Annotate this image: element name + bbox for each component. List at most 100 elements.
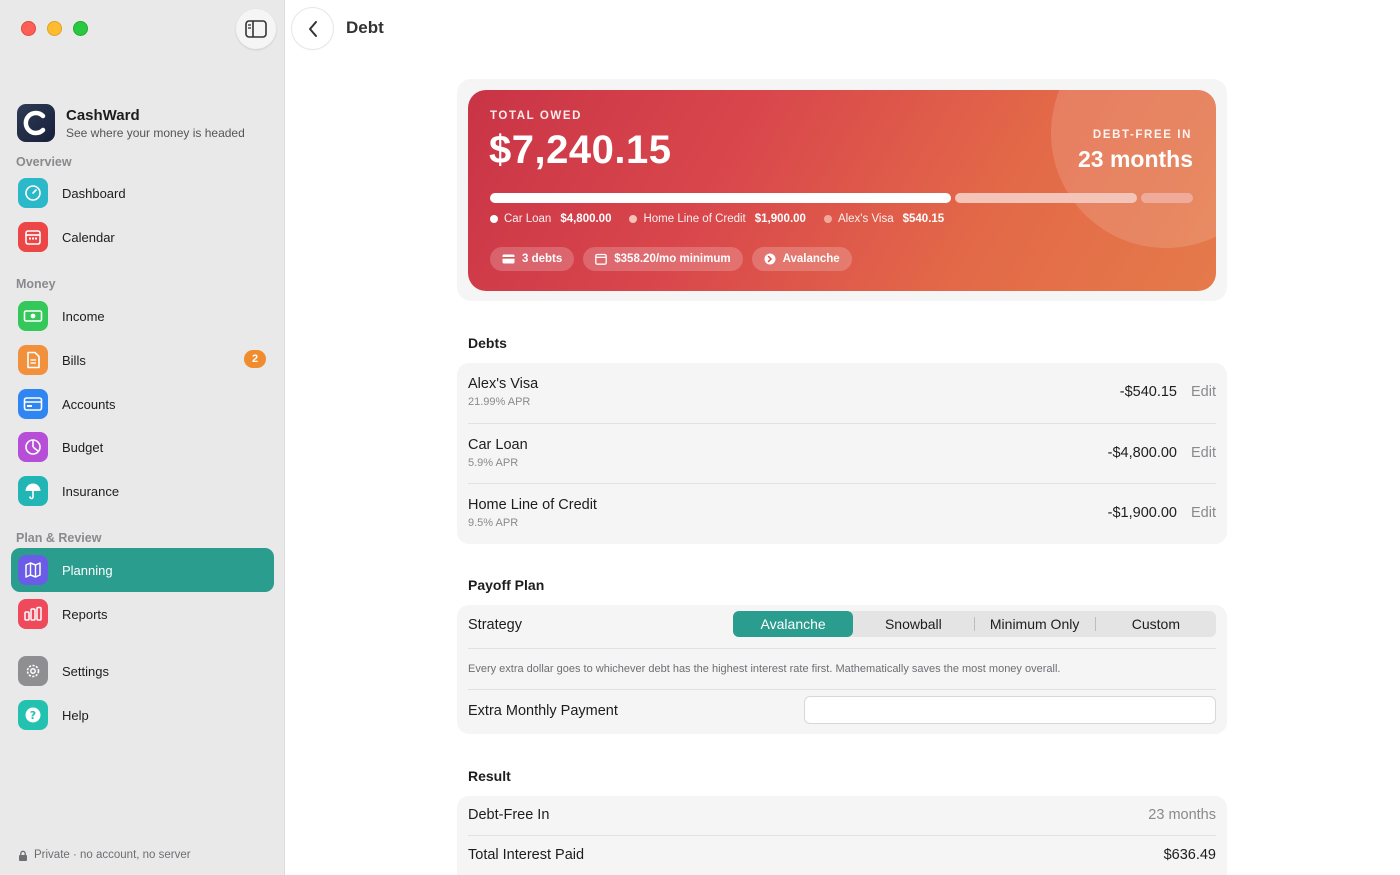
edit-debt-button[interactable]: Edit <box>1191 384 1216 400</box>
back-button[interactable] <box>292 8 333 49</box>
minimum-payment-chip: $358.20/mo minimum <box>583 247 743 271</box>
legend-dot <box>490 215 498 223</box>
legend-item: Home Line of Credit $1,900.00 <box>629 213 806 225</box>
edit-debt-button[interactable]: Edit <box>1191 505 1216 521</box>
debt-bar-segment-car-loan <box>490 193 951 203</box>
sidebar-item-label: Insurance <box>62 483 120 499</box>
sidebar-item-planning[interactable]: Planning <box>11 548 274 592</box>
section-label-overview: Overview <box>16 155 72 169</box>
privacy-note: Private · no account, no server <box>18 849 191 861</box>
sidebar-item-label: Reports <box>62 606 108 622</box>
extra-payment-row: Extra Monthly Payment <box>468 690 1216 734</box>
result-label: Debt-Free In <box>468 807 550 823</box>
extra-payment-input[interactable] <box>804 696 1216 724</box>
sidebar-item-reports[interactable]: Reports <box>11 592 274 636</box>
legend-dot <box>823 215 832 223</box>
pie-icon <box>18 432 48 462</box>
lock-icon <box>19 850 27 861</box>
document-icon <box>18 345 48 375</box>
strategy-row: Strategy Avalanche Snowball Minimum Only… <box>468 605 1216 649</box>
card-icon <box>18 389 48 419</box>
sidebar-item-calendar[interactable]: Calendar <box>11 215 274 259</box>
zoom-window-button[interactable] <box>73 21 88 36</box>
legend-name: Home Line of Credit <box>643 213 746 225</box>
debt-apr: 9.5% APR <box>468 517 519 529</box>
sidebar-item-budget[interactable]: Budget <box>11 425 274 469</box>
debt-apr: 5.9% APR <box>468 456 519 469</box>
arrow-circle-icon <box>764 253 776 265</box>
debt-legend: Car Loan $4,800.00 Home Line of Credit $… <box>490 213 944 225</box>
close-window-button[interactable] <box>21 21 36 36</box>
debt-amount: -$4,800.00 <box>1107 444 1177 461</box>
sidebar-item-label: Income <box>62 308 105 324</box>
sidebar-item-label: Dashboard <box>62 185 126 201</box>
debt-free-value: 23 months <box>1077 146 1193 172</box>
sidebar-toggle-button[interactable] <box>236 9 276 49</box>
strategy-option-custom[interactable]: Custom <box>1096 611 1216 637</box>
strategy-label: Strategy <box>468 617 522 633</box>
sidebar-item-income[interactable]: Income <box>11 294 274 338</box>
result-label: Total Interest Paid <box>468 847 585 863</box>
total-owed-value: $7,240.15 <box>489 128 672 172</box>
calendar-icon <box>595 253 608 265</box>
debts-list: Alex's Visa 21.99% APR -$540.15 Edit Car… <box>457 363 1227 544</box>
debts-section-title: Debts <box>468 335 507 351</box>
debt-amount: -$540.15 <box>1119 384 1177 400</box>
payoff-plan-card: Strategy Avalanche Snowball Minimum Only… <box>457 605 1227 734</box>
sidebar-item-dashboard[interactable]: Dashboard <box>11 171 274 215</box>
strategy-option-snowball[interactable]: Snowball <box>853 611 973 637</box>
sidebar-item-insurance[interactable]: Insurance <box>11 469 274 513</box>
edit-debt-button[interactable]: Edit <box>1191 445 1216 461</box>
sidebar-item-label: Help <box>62 707 89 723</box>
sidebar-item-label: Planning <box>62 562 113 578</box>
result-row: Total Interest Paid $636.49 <box>468 836 1216 875</box>
sidebar-item-help[interactable]: ? Help <box>11 693 274 737</box>
payoff-section-title: Payoff Plan <box>468 577 545 593</box>
gear-icon <box>18 656 48 686</box>
sidebar-item-label: Budget <box>62 439 104 455</box>
bar-chart-icon <box>18 599 48 629</box>
card-icon <box>502 254 515 264</box>
sidebar-toggle-icon <box>245 20 267 38</box>
legend-name: Alex's Visa <box>837 213 894 225</box>
debt-summary-card: TOTAL OWED $7,240.15 DEBT-FREE IN 23 mon… <box>468 90 1216 291</box>
legend-value: $1,900.00 <box>754 213 806 225</box>
debt-bar-segment-alexs-visa <box>1141 193 1193 203</box>
calendar-icon <box>18 222 48 252</box>
question-icon: ? <box>18 700 48 730</box>
svg-text:?: ? <box>30 709 36 722</box>
debt-free-label: DEBT-FREE IN <box>1092 129 1192 141</box>
section-label-plan-review: Plan & Review <box>16 531 102 545</box>
chip-label: Avalanche <box>782 253 840 265</box>
strategy-option-avalanche[interactable]: Avalanche <box>733 611 854 637</box>
sidebar-item-bills[interactable]: Bills 2 <box>11 338 274 382</box>
debt-row[interactable]: Home Line of Credit 9.5% APR -$1,900.00 … <box>468 484 1216 545</box>
sidebar-item-settings[interactable]: Settings <box>11 649 274 693</box>
sidebar-item-accounts[interactable]: Accounts <box>11 382 274 426</box>
strategy-segmented-control[interactable]: Avalanche Snowball Minimum Only Custom <box>733 611 1216 637</box>
map-icon <box>18 555 48 585</box>
umbrella-icon <box>18 476 48 506</box>
total-owed-label: TOTAL OWED <box>490 110 583 122</box>
sidebar-item-label: Settings <box>62 663 109 679</box>
app-logo-icon <box>17 104 55 142</box>
debt-apr: 21.99% APR <box>468 396 531 408</box>
strategy-option-minimum-only[interactable]: Minimum Only <box>975 611 1095 637</box>
debt-name: Home Line of Credit <box>468 497 597 513</box>
brand: CashWard See where your money is headed <box>17 104 245 142</box>
result-value: 23 months <box>1148 807 1216 823</box>
sidebar: CashWard See where your money is headed … <box>0 0 285 875</box>
legend-name: Car Loan <box>504 213 552 225</box>
debt-row[interactable]: Car Loan 5.9% APR -$4,800.00 Edit <box>468 424 1216 484</box>
summary-chips: 3 debts $358.20/mo minimum Avalanche <box>490 247 852 271</box>
minimize-window-button[interactable] <box>47 21 62 36</box>
extra-payment-label: Extra Monthly Payment <box>468 703 618 719</box>
sidebar-item-label: Bills <box>62 352 86 368</box>
debt-bar-segment-home-line-of-credit <box>955 193 1137 203</box>
sidebar-item-label: Calendar <box>62 229 115 245</box>
chevron-left-icon <box>308 20 317 37</box>
debt-row[interactable]: Alex's Visa 21.99% APR -$540.15 Edit <box>468 363 1216 424</box>
app-name: CashWard <box>66 106 140 124</box>
section-label-money: Money <box>16 277 56 291</box>
strategy-description-row: Every extra dollar goes to whichever deb… <box>468 649 1216 690</box>
